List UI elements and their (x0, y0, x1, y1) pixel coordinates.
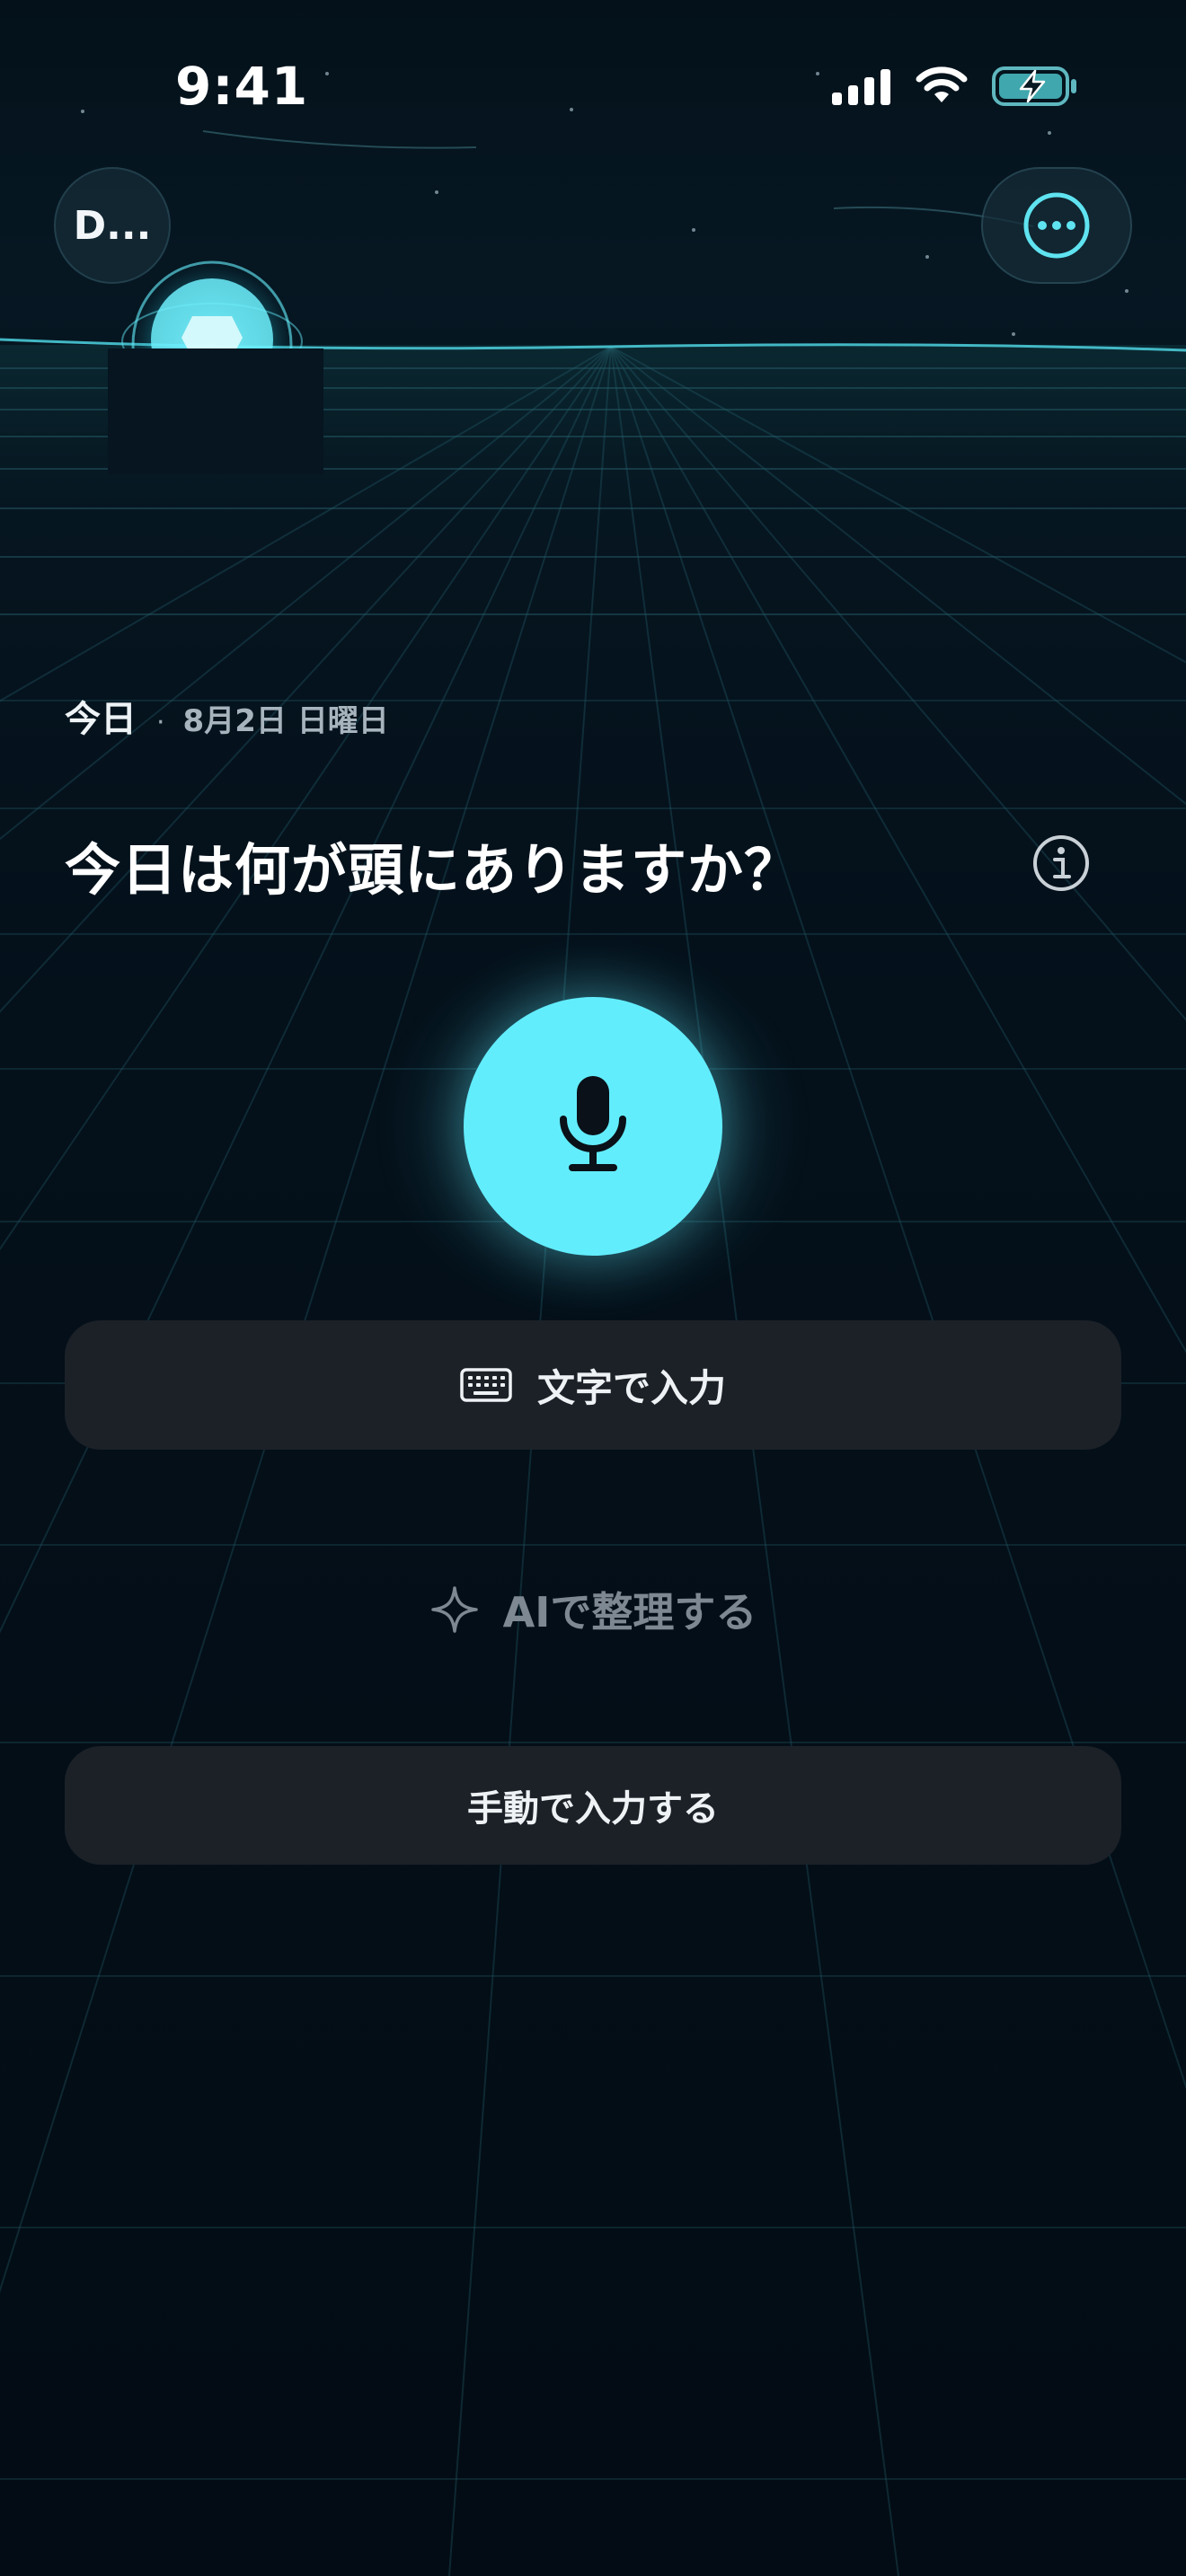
manual-input-button[interactable]: 手動で入力する (65, 1746, 1121, 1865)
date-full-label: 8月2日 日曜日 (182, 703, 389, 739)
manual-input-label: 手動で入力する (467, 1788, 719, 1830)
more-options-button[interactable] (981, 167, 1132, 284)
sparkle-icon (430, 1586, 478, 1633)
info-circle-icon (1033, 835, 1089, 891)
ellipsis-circle-icon (1023, 192, 1090, 259)
text-input-label: 文字で入力 (536, 1365, 726, 1410)
wifi-icon (916, 66, 968, 102)
date-separator: · (156, 707, 165, 738)
keyboard-icon (460, 1368, 512, 1402)
date-row: 今日 · 8月2日 日曜日 (65, 690, 389, 742)
status-bar: 9:41 (0, 0, 1186, 171)
ai-organize-label: AIで整理する (502, 1588, 757, 1636)
microphone-icon (560, 1076, 626, 1171)
voice-record-button[interactable] (464, 997, 722, 1256)
account-button[interactable]: D... (54, 167, 171, 284)
battery-charging-icon (992, 66, 1076, 106)
cellular-signal-icon (832, 69, 890, 105)
ai-organize-option[interactable]: AIで整理する (0, 1574, 1186, 1645)
text-input-button[interactable]: 文字で入力 (65, 1320, 1121, 1450)
status-icons (832, 65, 1078, 108)
account-label: D... (73, 202, 152, 249)
prompt-title: 今日は何が頭にありますか？ (65, 837, 801, 903)
status-time: 9:41 (175, 56, 309, 117)
date-today-label: 今日 (65, 699, 137, 740)
info-button[interactable] (1031, 834, 1091, 893)
